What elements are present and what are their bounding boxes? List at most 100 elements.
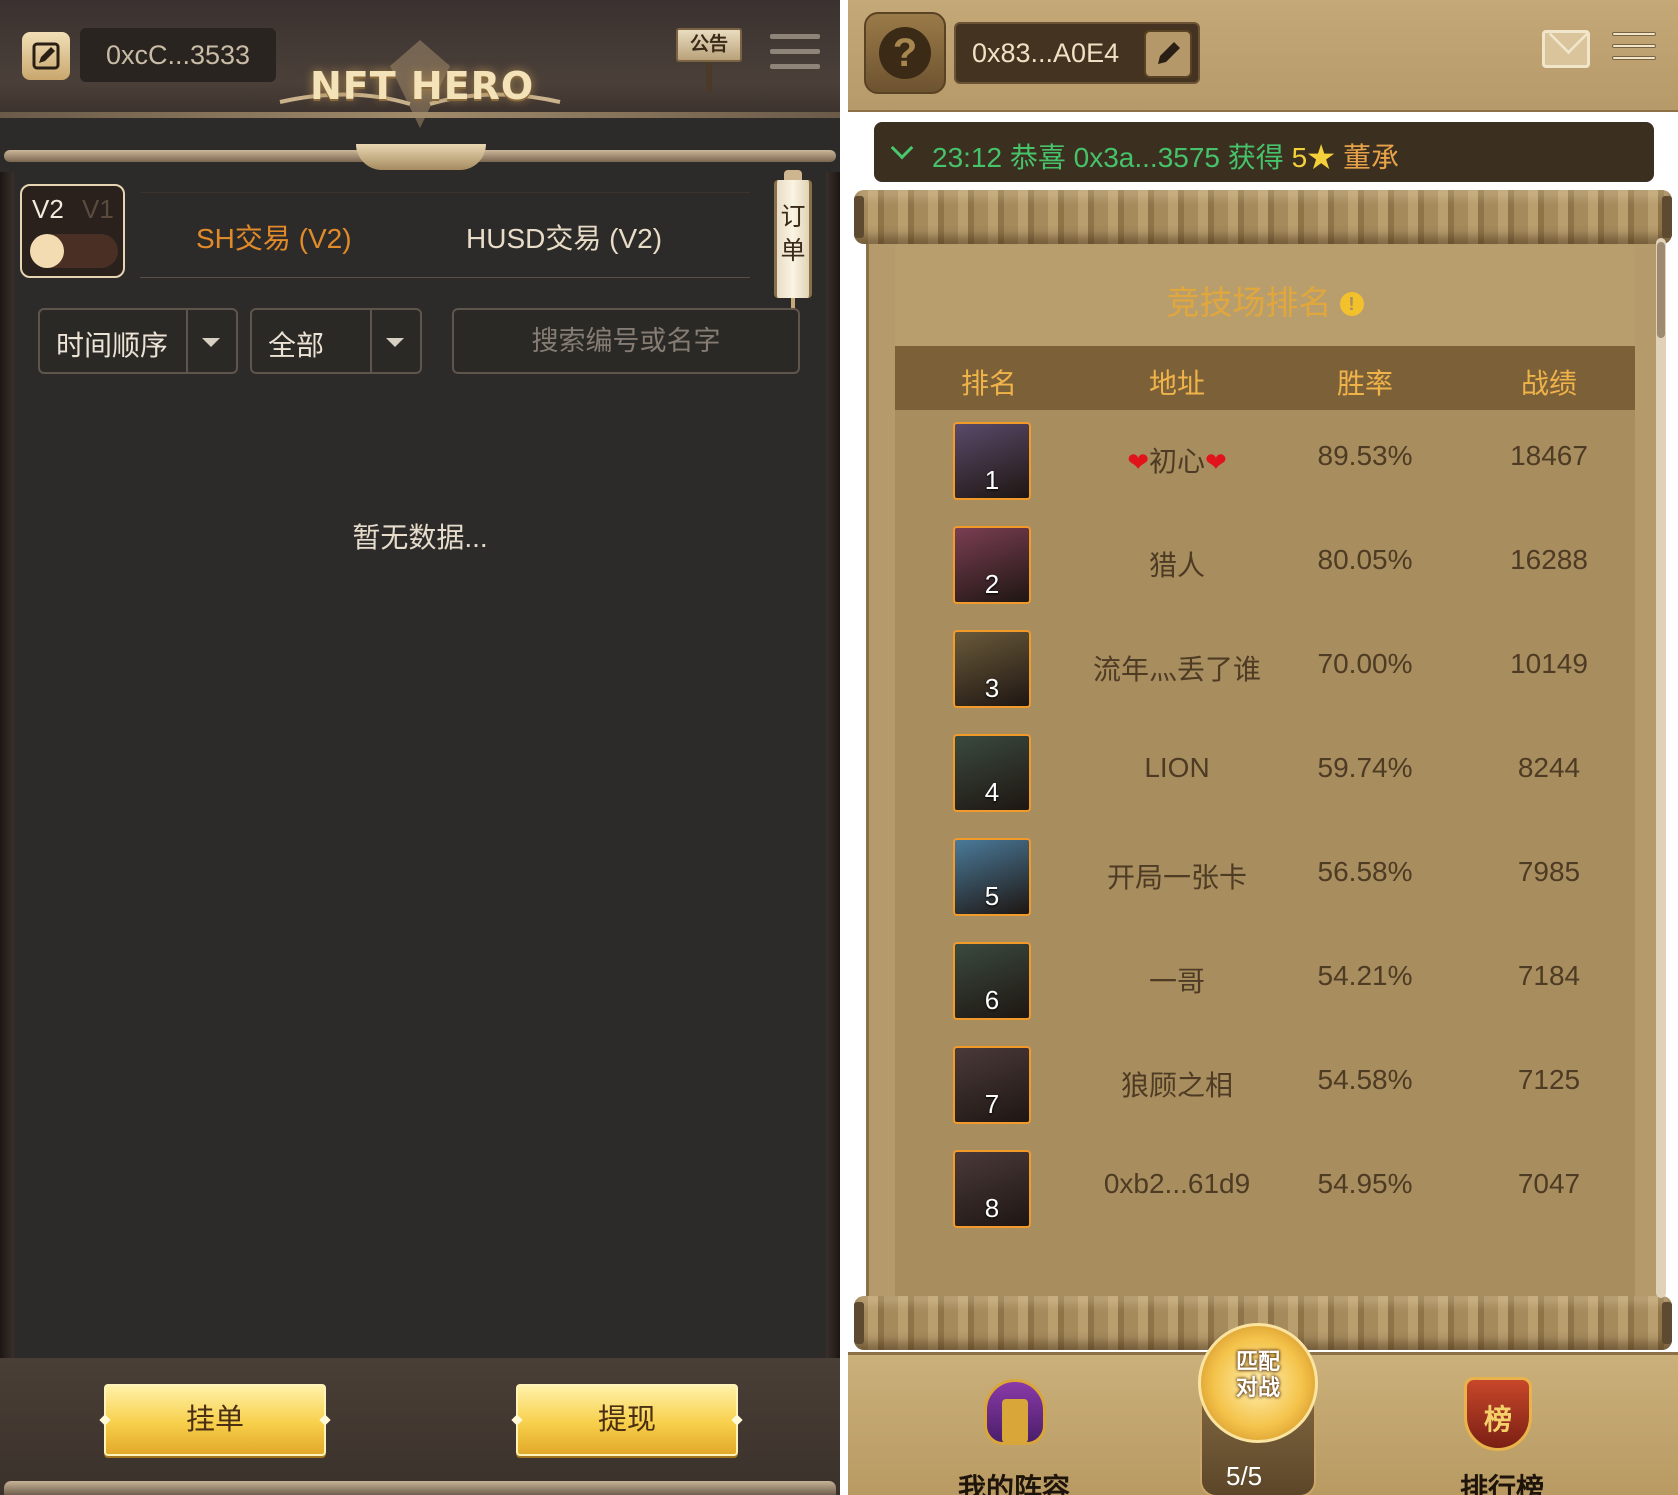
mail-icon[interactable] [1542,30,1590,68]
wallet-address: 0x83...A0E4 [972,38,1120,68]
sort-select[interactable]: 时间顺序 [38,308,238,374]
win-rate: 80.05% [1317,544,1413,575]
help-button[interactable]: ? [864,12,946,94]
record-score: 8244 [1517,752,1581,783]
wallet-address-box[interactable]: 0x83...A0E4 [954,22,1200,84]
win-rate: 54.95% [1317,1168,1413,1199]
menu-icon[interactable] [770,34,820,74]
right-frame-edge [826,172,840,1362]
scroll-roll-top [854,190,1672,244]
leaderboard-scroll: 竞技场排名! 排名 地址 胜率 战绩 1 ❤初心❤ 89.53% 18467 2 猎人 80… [854,190,1672,1350]
table-row[interactable]: 8 0xb2...61d9 54.95% 7047 [895,1138,1635,1242]
pencil-icon[interactable] [1144,30,1192,78]
win-rate: 89.53% [1317,440,1413,471]
screen-divider [840,0,848,1495]
top-header: ? 0x83...A0E4 [848,0,1678,112]
leaderboard-card: 竞技场排名! 排名 地址 胜率 战绩 1 ❤初心❤ 89.53% 18467 2 猎人 80… [895,242,1635,1302]
filter-select-value: 全部 [268,330,325,361]
record-score: 16288 [1510,544,1588,575]
info-icon[interactable]: ! [1339,292,1364,316]
table-header: 排名 地址 胜率 战绩 [895,346,1635,410]
chevron-down-icon [386,338,404,347]
menu-icon[interactable] [1612,32,1656,72]
player-name: 一哥 [1148,966,1205,997]
chevron-down-icon[interactable] [890,136,914,160]
sort-select-value: 时间顺序 [56,330,169,361]
bottom-action-bar: 挂单 提现 [0,1358,840,1495]
match-battle-label: 匹配 对战 [1235,1349,1280,1400]
column-header-address: 地址 [1148,368,1205,399]
match-count: 5/5 [1226,1461,1263,1491]
table-row[interactable]: 3 流年灬丢了谁 70.00% 10149 [895,618,1635,722]
edit-profile-button[interactable] [22,32,70,80]
nav-label-my-lineup[interactable]: 我的阵容 [958,1467,1070,1495]
trade-screen: 0xcC...3533 NFT HERO 公告 V2 V1 SH交易 (V2) … [0,0,840,1495]
record-score: 7125 [1517,1064,1581,1095]
toggle-track[interactable] [30,234,118,268]
rank-number: 8 [984,1193,1000,1223]
wallet-address[interactable]: 0xcC...3533 [80,28,276,82]
withdraw-button[interactable]: 提现 [516,1384,738,1456]
rank-number: 4 [984,777,1000,807]
top-header: 0xcC...3533 NFT HERO 公告 [0,0,840,128]
player-name: 开局一张卡 [1106,862,1247,893]
filter-select[interactable]: 全部 [250,308,422,374]
rank-number: 3 [984,673,1000,703]
notice-label: 公告 [676,28,742,62]
player-name: LION [1144,752,1210,783]
table-row[interactable]: 2 猎人 80.05% 16288 [895,514,1635,618]
left-frame-edge [0,172,14,1362]
record-score: 7047 [1517,1168,1581,1199]
scrollbar[interactable] [1656,238,1666,1298]
arena-screen: ? 0x83...A0E4 23:12 恭喜 0x3a...3575 获得 5★… [848,0,1678,1495]
leaderboard-paper: 竞技场排名! 排名 地址 胜率 战绩 1 ❤初心❤ 89.53% 18467 2 猎人 80… [866,234,1660,1302]
nft-hero-logo: NFT HERO [270,36,570,136]
win-rate: 54.58% [1317,1064,1413,1095]
table-row[interactable]: 7 狼顾之相 54.58% 7125 [895,1034,1635,1138]
list-order-button[interactable]: 挂单 [104,1384,326,1456]
scroll-rod-top [0,142,840,172]
toggle-knob[interactable] [30,234,64,268]
player-name: 0xb2...61d9 [1103,1168,1251,1199]
version-active-label: V2 [32,194,64,224]
search-input[interactable] [452,308,800,374]
column-header-win-rate: 胜率 [1336,368,1393,399]
player-name: 狼顾之相 [1120,1070,1233,1101]
win-rate: 59.74% [1317,752,1413,783]
record-score: 7985 [1517,856,1581,887]
avatar[interactable]: 1 [953,422,1031,500]
chevron-down-icon [202,338,220,347]
ranking-icon[interactable]: 榜 [1458,1375,1538,1455]
helmet-icon[interactable] [976,1375,1056,1455]
record-score: 18467 [1510,440,1588,471]
tab-husd-trade[interactable]: HUSD交易 (V2) [466,217,662,257]
avatar[interactable]: 5 [953,838,1031,916]
avatar[interactable]: 4 [953,734,1031,812]
rank-number: 7 [984,1089,1000,1119]
avatar[interactable]: 8 [953,1150,1031,1228]
avatar[interactable]: 6 [953,942,1031,1020]
player-name: ❤初心❤ [1127,446,1227,477]
heart-icon: ❤ [1127,447,1149,477]
avatar[interactable]: 2 [953,526,1031,604]
record-score: 7184 [1517,960,1581,991]
tab-sh-trade[interactable]: SH交易 (V2) [196,217,352,257]
table-row[interactable]: 6 一哥 54.21% 7184 [895,930,1635,1034]
table-row[interactable]: 5 开局一张卡 56.58% 7985 [895,826,1635,930]
table-row[interactable]: 4 LION 59.74% 8244 [895,722,1635,826]
match-battle-button[interactable]: 匹配 对战 5/5 [1196,1321,1320,1495]
orders-scroll-button[interactable]: 订单 [774,170,812,320]
avatar[interactable]: 3 [953,630,1031,708]
avatar[interactable]: 7 [953,1046,1031,1124]
win-rate: 70.00% [1317,648,1413,679]
announcement-ticker: 23:12 恭喜 0x3a...3575 获得 5★ 董承 [874,122,1654,182]
rank-number: 2 [984,569,1000,599]
notice-board-button[interactable]: 公告 [676,22,742,94]
question-icon: ? [879,27,931,79]
version-toggle[interactable]: V2 V1 [20,184,125,278]
empty-state-text: 暂无数据... [352,522,488,553]
table-row[interactable]: 1 ❤初心❤ 89.53% 18467 [895,410,1635,514]
nav-label-ranking[interactable]: 排行榜 [1460,1467,1544,1495]
ticker-message: 23:12 恭喜 0x3a...3575 获得 5★ 董承 [932,142,1399,173]
scrollbar-thumb[interactable] [1657,242,1665,338]
